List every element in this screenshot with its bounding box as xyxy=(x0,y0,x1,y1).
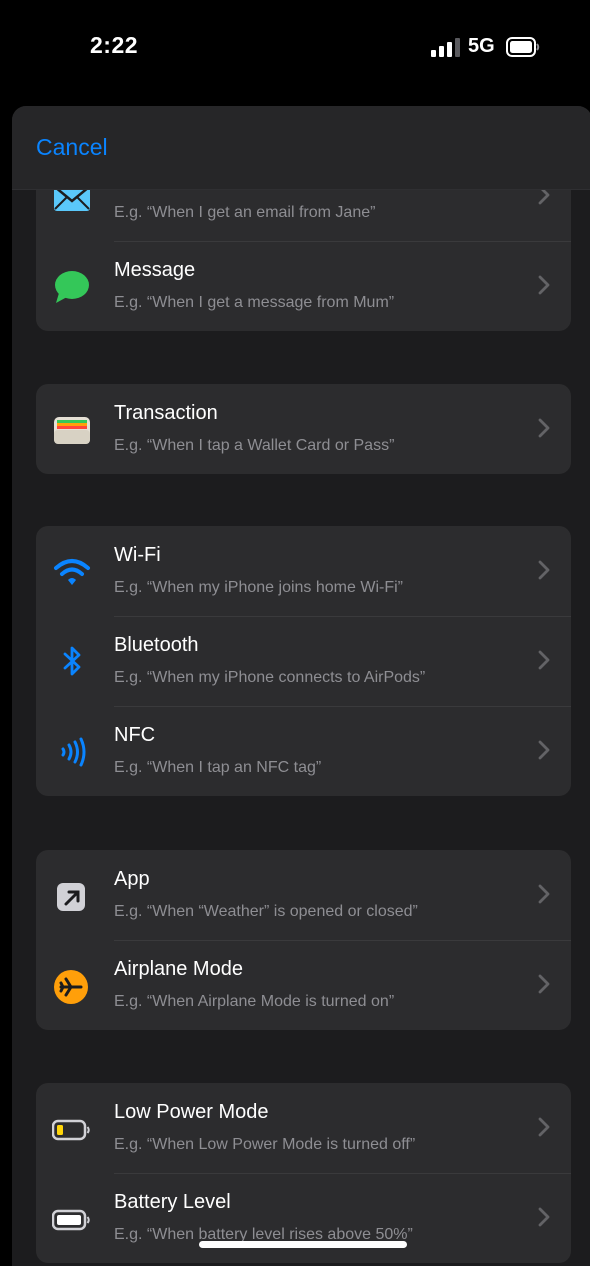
group-wallet: Transaction E.g. “When I tap a Wallet Ca… xyxy=(36,384,571,474)
row-title: Bluetooth xyxy=(114,634,199,656)
row-subtitle: E.g. “When I get an email from Jane” xyxy=(114,204,376,221)
chevron-right-icon xyxy=(538,1207,550,1227)
chevron-right-icon xyxy=(538,884,550,904)
chevron-right-icon xyxy=(538,560,550,580)
battery-level-icon xyxy=(52,1209,90,1231)
app-icon xyxy=(57,883,85,911)
list-item-wifi[interactable]: Wi-Fi E.g. “When my iPhone joins home Wi… xyxy=(36,526,571,616)
row-subtitle: E.g. “When I get a message from Mum” xyxy=(114,294,395,311)
network-type: 5G xyxy=(468,35,495,57)
row-title: Message xyxy=(114,259,196,281)
row-subtitle: E.g. “When my iPhone joins home Wi-Fi” xyxy=(114,579,403,596)
status-bar: 2:22 5G xyxy=(0,0,590,100)
list-item-bluetooth[interactable]: Bluetooth E.g. “When my iPhone connects … xyxy=(36,616,571,706)
wallet-icon xyxy=(54,417,90,444)
message-icon xyxy=(55,271,89,303)
chevron-right-icon xyxy=(538,1117,550,1137)
row-title: Low Power Mode xyxy=(114,1101,269,1123)
list-item-battery-level[interactable]: Battery Level E.g. “When battery level r… xyxy=(36,1173,571,1263)
row-subtitle: E.g. “When Airplane Mode is turned on” xyxy=(114,993,395,1010)
chevron-right-icon xyxy=(538,974,550,994)
row-subtitle: E.g. “When I tap an NFC tag” xyxy=(114,759,322,776)
airplane-icon xyxy=(54,970,88,1004)
row-subtitle: E.g. “When “Weather” is opened or closed… xyxy=(114,903,418,920)
nfc-icon xyxy=(61,737,86,767)
chevron-right-icon xyxy=(538,418,550,438)
wifi-icon xyxy=(54,559,90,585)
low-battery-icon xyxy=(52,1119,90,1141)
cancel-button[interactable]: Cancel xyxy=(36,134,108,161)
group-battery: Low Power Mode E.g. “When Low Power Mode… xyxy=(36,1083,571,1263)
home-indicator[interactable] xyxy=(199,1241,407,1248)
sheet-header: Cancel xyxy=(12,106,590,190)
list-item-airplane-mode[interactable]: Airplane Mode E.g. “When Airplane Mode i… xyxy=(36,940,571,1030)
group-connectivity: Wi-Fi E.g. “When my iPhone joins home Wi… xyxy=(36,526,571,796)
row-title: App xyxy=(114,868,150,890)
list-item-low-power-mode[interactable]: Low Power Mode E.g. “When Low Power Mode… xyxy=(36,1083,571,1173)
chevron-right-icon xyxy=(538,275,550,295)
row-title: Airplane Mode xyxy=(114,958,243,980)
group-apps: App E.g. “When “Weather” is opened or cl… xyxy=(36,850,571,1030)
row-title: NFC xyxy=(114,724,156,746)
list-item-app[interactable]: App E.g. “When “Weather” is opened or cl… xyxy=(36,850,571,940)
row-subtitle: E.g. “When I tap a Wallet Card or Pass” xyxy=(114,437,395,454)
chevron-right-icon xyxy=(538,650,550,670)
row-title: Wi-Fi xyxy=(114,544,161,566)
signal-icon xyxy=(431,38,461,57)
row-subtitle: E.g. “When my iPhone connects to AirPods… xyxy=(114,669,426,686)
list-item-message[interactable]: Message E.g. “When I get a message from … xyxy=(36,241,571,331)
row-subtitle: E.g. “When Low Power Mode is turned off” xyxy=(114,1136,416,1153)
list-item-nfc[interactable]: NFC E.g. “When I tap an NFC tag” xyxy=(36,706,571,796)
row-title: Transaction xyxy=(114,402,218,424)
list-item-transaction[interactable]: Transaction E.g. “When I tap a Wallet Ca… xyxy=(36,384,571,474)
trigger-sheet: Cancel E.g. “When I get an email from Ja… xyxy=(12,106,590,1266)
battery-icon xyxy=(506,37,540,57)
bluetooth-icon xyxy=(63,646,81,676)
status-time: 2:22 xyxy=(90,32,139,58)
row-title: Battery Level xyxy=(114,1191,231,1213)
chevron-right-icon xyxy=(538,740,550,760)
